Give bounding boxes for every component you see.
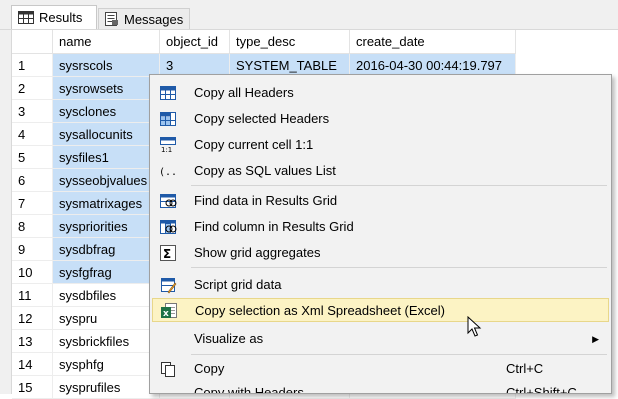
svg-text:Σ: Σ [163, 247, 171, 261]
menu-item-copy-sql-values[interactable]: (...) Copy as SQL values List [152, 159, 609, 183]
row-number[interactable]: 8 [12, 215, 53, 238]
column-header-name[interactable]: name [53, 30, 160, 54]
find-column-icon [159, 218, 177, 236]
row-number[interactable]: 11 [12, 284, 53, 307]
row-number[interactable]: 9 [12, 238, 53, 261]
menu-separator [191, 185, 607, 186]
menu-item-label: Copy with Headers [194, 385, 304, 394]
left-gutter [0, 30, 12, 394]
row-number[interactable]: 1 [12, 54, 53, 77]
menu-item-label: Copy selected Headers [194, 111, 330, 126]
menu-item-copy-selected-headers[interactable]: Copy selected Headers [152, 107, 609, 131]
svg-text:x: x [163, 309, 169, 319]
menu-item-label: Copy as SQL values List [194, 163, 336, 178]
row-number[interactable]: 2 [12, 77, 53, 100]
menu-item-label: Copy selection as Xml Spreadsheet (Excel… [195, 303, 446, 318]
column-header-object-id[interactable]: object_id [160, 30, 230, 54]
cell-name[interactable]: sysdbfrag [53, 238, 160, 261]
menu-item-copy-current-cell[interactable]: 1:1 Copy current cell 1:1 [152, 133, 609, 157]
cell-name[interactable]: sysfgfrag [53, 261, 160, 284]
submenu-arrow-icon: ▶ [592, 334, 599, 344]
grid-icon [18, 11, 34, 24]
cell-name[interactable]: syspriorities [53, 215, 160, 238]
column-header-create-date[interactable]: create_date [350, 30, 516, 54]
svg-text:(...): (...) [159, 167, 179, 178]
menu-item-script-grid-data[interactable]: Script grid data [152, 273, 609, 297]
grid-header: name object_id type_desc create_date [12, 30, 618, 54]
row-number[interactable]: 4 [12, 123, 53, 146]
menu-item-label: Find data in Results Grid [194, 193, 338, 208]
row-number[interactable]: 3 [12, 100, 53, 123]
row-number-header[interactable] [12, 30, 53, 54]
cell-name[interactable]: sysclones [53, 100, 160, 123]
script-icon [159, 276, 177, 294]
find-data-icon [159, 192, 177, 210]
tab-messages[interactable]: Messages [98, 8, 190, 29]
menu-item-find-data[interactable]: Find data in Results Grid [152, 189, 609, 213]
row-number[interactable]: 12 [12, 307, 53, 330]
copy-headers-icon [159, 84, 177, 102]
menu-item-label: Copy [194, 361, 225, 376]
svg-text:1:1: 1:1 [161, 146, 172, 154]
menu-item-label: Copy current cell 1:1 [194, 137, 314, 152]
cell-name[interactable]: sysseobjvalues [53, 169, 160, 192]
menu-item-shortcut: Ctrl+C [506, 361, 544, 376]
menu-item-copy[interactable]: Copy Ctrl+C [152, 357, 609, 381]
excel-icon: x [160, 302, 178, 320]
messages-icon [105, 12, 119, 26]
tab-messages-label: Messages [124, 11, 184, 27]
row-number[interactable]: 14 [12, 353, 53, 376]
menu-item-label: Show grid aggregates [194, 245, 321, 260]
cell-name[interactable]: sysrowsets [53, 77, 160, 100]
tab-results[interactable]: Results [11, 5, 97, 29]
menu-item-find-column[interactable]: Find column in Results Grid [152, 215, 609, 239]
row-number[interactable]: 15 [12, 376, 53, 399]
cell-name[interactable]: sysmatrixages [53, 192, 160, 215]
row-number[interactable]: 6 [12, 169, 53, 192]
context-menu: Copy all Headers Copy selected Headers 1… [149, 74, 612, 394]
menu-separator [191, 354, 607, 355]
cell-name[interactable]: sysbrickfiles [53, 330, 160, 353]
cell-name[interactable]: sysphfg [53, 353, 160, 376]
menu-item-shortcut: Ctrl+Shift+C [506, 385, 577, 394]
menu-item-copy-xml-spreadsheet[interactable]: x Copy selection as Xml Spreadsheet (Exc… [152, 298, 609, 322]
cell-name[interactable]: sysprufiles [53, 376, 160, 399]
cell-name[interactable]: sysrscols [53, 54, 160, 77]
copy-selected-headers-icon [159, 110, 177, 128]
menu-item-copy-all-headers[interactable]: Copy all Headers [152, 81, 609, 105]
cell-name[interactable]: syspru [53, 307, 160, 330]
cell-name[interactable]: sysallocunits [53, 123, 160, 146]
cell-name[interactable]: sysfiles1 [53, 146, 160, 169]
column-header-type-desc[interactable]: type_desc [230, 30, 350, 54]
row-number[interactable]: 7 [12, 192, 53, 215]
mouse-cursor-icon [467, 316, 482, 337]
sql-values-icon: (...) [159, 162, 189, 180]
menu-item-copy-with-headers[interactable]: Copy with Headers Ctrl+Shift+C [152, 381, 609, 394]
menu-item-visualize-as[interactable]: Visualize as ▶ [152, 327, 609, 351]
copy-icon [159, 360, 177, 378]
menu-item-label: Visualize as [194, 331, 264, 346]
row-number[interactable]: 10 [12, 261, 53, 284]
menu-separator [191, 267, 607, 268]
menu-item-show-grid-aggregates[interactable]: Σ Show grid aggregates [152, 241, 609, 265]
sigma-icon: Σ [159, 244, 177, 262]
row-number[interactable]: 13 [12, 330, 53, 353]
results-tab-bar: Results Messages [0, 0, 618, 30]
menu-item-label: Copy all Headers [194, 85, 294, 100]
menu-item-label: Script grid data [194, 277, 282, 292]
copy-cell-icon: 1:1 [159, 136, 177, 154]
menu-item-label: Find column in Results Grid [194, 219, 354, 234]
tab-results-label: Results [39, 10, 83, 25]
cell-name[interactable]: sysdbfiles [53, 284, 160, 307]
row-number[interactable]: 5 [12, 146, 53, 169]
